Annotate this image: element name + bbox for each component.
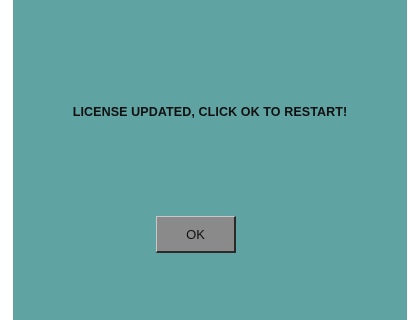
ok-button-label: OK [186, 226, 205, 242]
license-updated-message: LICENSE UPDATED, CLICK OK TO RESTART! [72, 105, 348, 119]
license-dialog-screen: LICENSE UPDATED, CLICK OK TO RESTART! OK [13, 0, 407, 320]
ok-button[interactable]: OK [156, 216, 236, 253]
